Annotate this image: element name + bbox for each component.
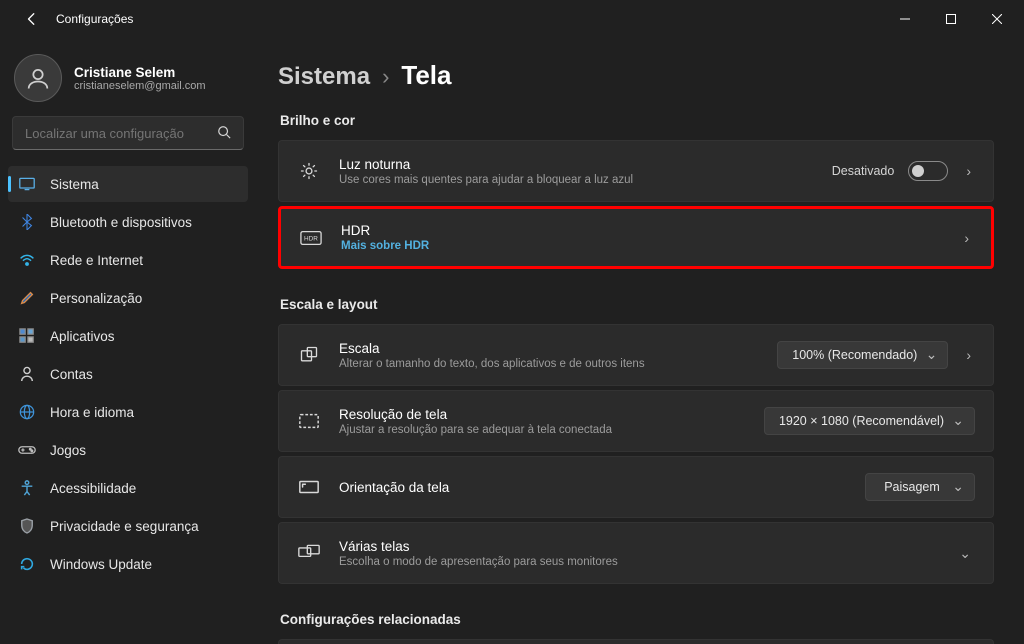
profile-email: cristianeselem@gmail.com (74, 80, 206, 92)
apps-icon (18, 327, 36, 345)
bluetooth-icon (18, 213, 36, 231)
breadcrumb-current: Tela (401, 60, 451, 91)
section-scale-heading: Escala e layout (280, 297, 994, 312)
advanced-display-row[interactable]: Exibição avançada Exibir informações, ta… (278, 639, 994, 644)
profile-block[interactable]: Cristiane Selem cristianeselem@gmail.com (8, 46, 248, 116)
hdr-row[interactable]: HDR HDR Mais sobre HDR › (278, 206, 994, 269)
sidebar-item-time[interactable]: Hora e idioma (8, 394, 248, 430)
close-icon (992, 14, 1002, 24)
minimize-icon (900, 14, 910, 24)
resolution-sub: Ajustar a resolução para se adequar à te… (339, 424, 764, 436)
sidebar-item-label: Personalização (50, 291, 142, 306)
chevron-down-icon[interactable]: ⌄ (955, 545, 975, 562)
hdr-title: HDR (341, 223, 960, 238)
chevron-right-icon[interactable]: › (962, 163, 975, 179)
search-input[interactable] (25, 126, 211, 141)
scale-title: Escala (339, 341, 777, 356)
resolution-title: Resolução de tela (339, 407, 764, 422)
sidebar-item-label: Aplicativos (50, 329, 115, 344)
close-button[interactable] (974, 3, 1020, 35)
breadcrumb-parent[interactable]: Sistema (278, 63, 370, 91)
sidebar-item-personalization[interactable]: Personalização (8, 280, 248, 316)
back-button[interactable] (16, 3, 48, 35)
sidebar-item-gaming[interactable]: Jogos (8, 432, 248, 468)
resolution-icon (297, 409, 321, 433)
chevron-right-icon[interactable]: › (960, 230, 973, 246)
content: Sistema › Tela Brilho e cor Luz noturna … (256, 38, 1024, 644)
sidebar-item-label: Privacidade e segurança (50, 519, 199, 534)
night-light-title: Luz noturna (339, 157, 832, 172)
avatar-icon (24, 64, 52, 92)
globe-icon (18, 403, 36, 421)
sidebar: Cristiane Selem cristianeselem@gmail.com… (0, 38, 256, 644)
multi-display-sub: Escolha o modo de apresentação para seus… (339, 556, 955, 568)
sidebar-item-accessibility[interactable]: Acessibilidade (8, 470, 248, 506)
arrow-left-icon (25, 12, 39, 26)
night-light-sub: Use cores mais quentes para ajudar a blo… (339, 174, 832, 186)
orientation-title: Orientação da tela (339, 480, 865, 495)
nav-list: Sistema Bluetooth e dispositivos Rede e In… (8, 166, 248, 582)
profile-name: Cristiane Selem (74, 65, 206, 80)
hdr-icon: HDR (299, 226, 323, 250)
window-buttons (882, 3, 1020, 35)
shield-icon (18, 517, 36, 535)
night-light-state: Desativado (832, 164, 895, 178)
sidebar-item-label: Rede e Internet (50, 253, 143, 268)
avatar (14, 54, 62, 102)
maximize-button[interactable] (928, 3, 974, 35)
orientation-row[interactable]: Orientação da tela Paisagem (278, 456, 994, 518)
scale-row[interactable]: Escala Alterar o tamanho do texto, dos a… (278, 324, 994, 386)
maximize-icon (946, 14, 956, 24)
multi-display-title: Várias telas (339, 539, 955, 554)
section-related-heading: Configurações relacionadas (280, 612, 994, 627)
titlebar: Configurações (0, 0, 1024, 38)
sidebar-item-label: Windows Update (50, 557, 152, 572)
brush-icon (18, 289, 36, 307)
window-title: Configurações (56, 12, 133, 26)
multi-display-icon (297, 541, 321, 565)
sidebar-item-label: Acessibilidade (50, 481, 136, 496)
gamepad-icon (18, 441, 36, 459)
orientation-dropdown[interactable]: Paisagem (865, 473, 975, 501)
multi-display-row[interactable]: Várias telas Escolha o modo de apresenta… (278, 522, 994, 584)
minimize-button[interactable] (882, 3, 928, 35)
breadcrumb: Sistema › Tela (278, 60, 994, 91)
sidebar-item-system[interactable]: Sistema (8, 166, 248, 202)
sidebar-item-label: Sistema (50, 177, 99, 192)
scale-sub: Alterar o tamanho do texto, dos aplicati… (339, 358, 777, 370)
sidebar-item-privacy[interactable]: Privacidade e segurança (8, 508, 248, 544)
sun-icon (297, 159, 321, 183)
sidebar-item-bluetooth[interactable]: Bluetooth e dispositivos (8, 204, 248, 240)
sidebar-item-accounts[interactable]: Contas (8, 356, 248, 392)
sidebar-item-label: Contas (50, 367, 93, 382)
sidebar-item-label: Hora e idioma (50, 405, 134, 420)
chevron-right-icon: › (382, 64, 389, 90)
search-box[interactable] (12, 116, 244, 150)
section-brightness-heading: Brilho e cor (280, 113, 994, 128)
profile-text: Cristiane Selem cristianeselem@gmail.com (74, 65, 206, 92)
sidebar-item-network[interactable]: Rede e Internet (8, 242, 248, 278)
resolution-row[interactable]: Resolução de tela Ajustar a resolução pa… (278, 390, 994, 452)
scale-dropdown[interactable]: 100% (Recomendado) (777, 341, 948, 369)
sidebar-item-update[interactable]: Windows Update (8, 546, 248, 582)
system-icon (18, 175, 36, 193)
person-icon (18, 365, 36, 383)
accessibility-icon (18, 479, 36, 497)
sidebar-item-label: Jogos (50, 443, 86, 458)
search-icon (217, 125, 231, 142)
night-light-toggle[interactable] (908, 161, 948, 181)
wifi-icon (18, 251, 36, 269)
update-icon (18, 555, 36, 573)
svg-text:HDR: HDR (304, 235, 318, 242)
chevron-right-icon[interactable]: › (962, 347, 975, 363)
sidebar-item-label: Bluetooth e dispositivos (50, 215, 192, 230)
night-light-row[interactable]: Luz noturna Use cores mais quentes para … (278, 140, 994, 202)
scale-icon (297, 343, 321, 367)
orientation-icon (297, 475, 321, 499)
resolution-dropdown[interactable]: 1920 × 1080 (Recomendável) (764, 407, 975, 435)
hdr-link[interactable]: Mais sobre HDR (341, 240, 960, 252)
sidebar-item-apps[interactable]: Aplicativos (8, 318, 248, 354)
